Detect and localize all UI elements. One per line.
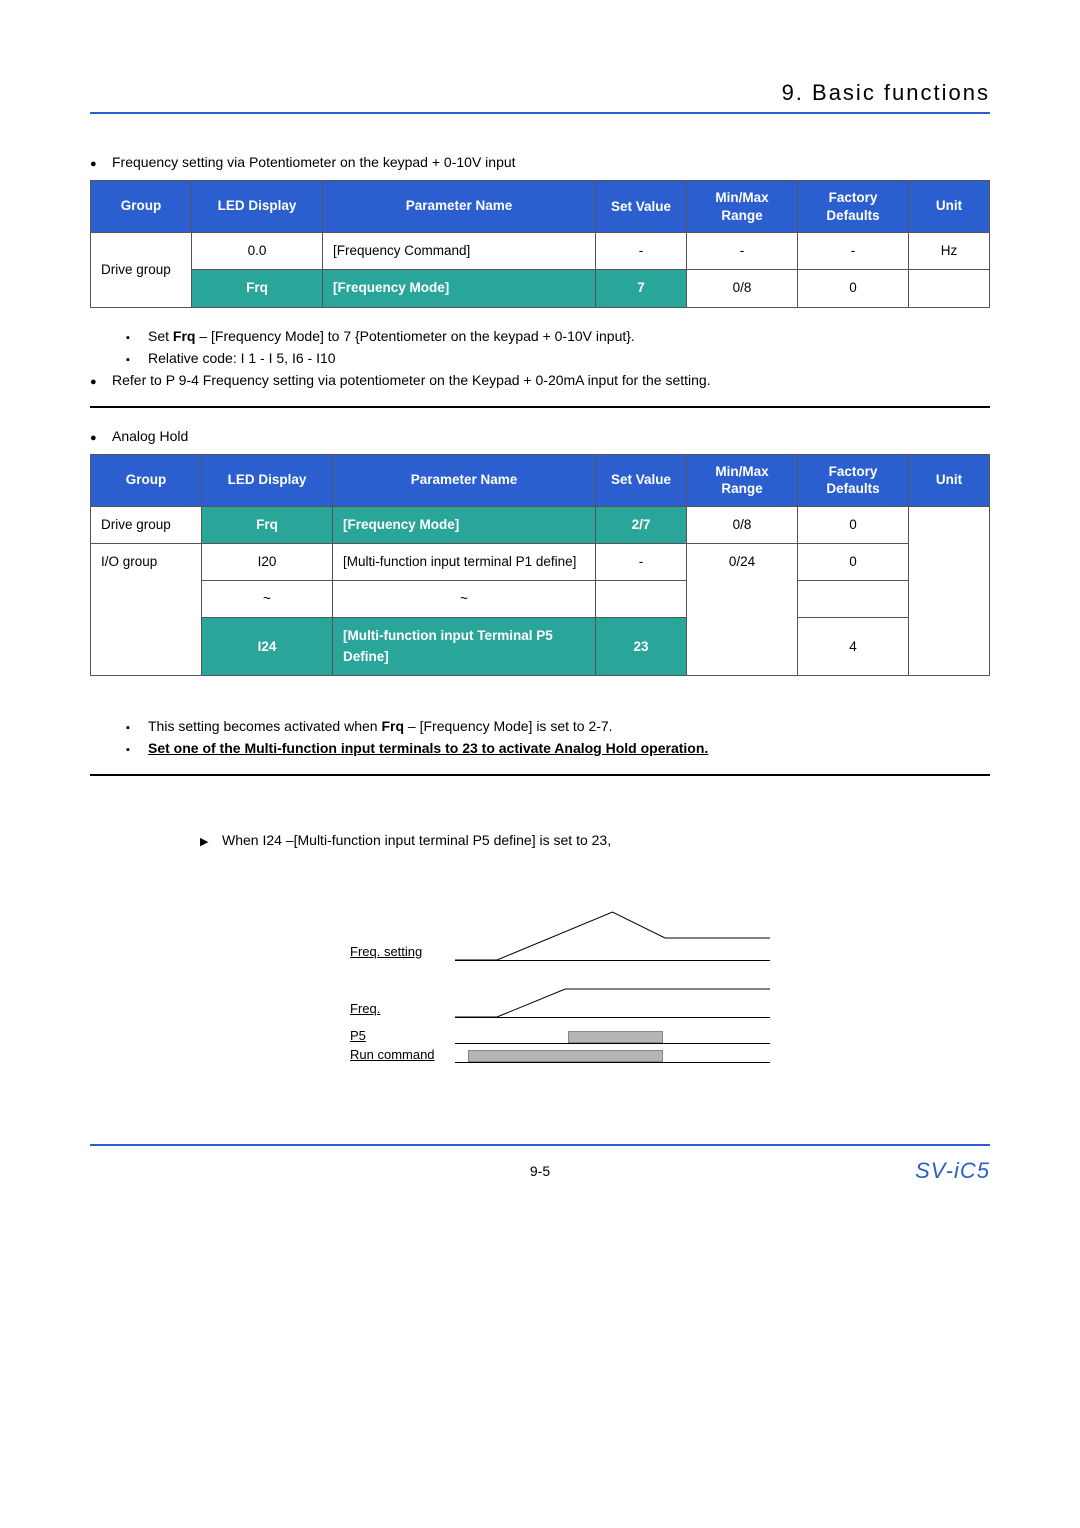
th-defaults: Factory Defaults [798,181,909,233]
cell-def: 0 [798,270,909,307]
th-range: Min/Max Range [687,181,798,233]
th-param: Parameter Name [323,181,596,233]
diag-bar-run [455,1048,770,1063]
square-bullet-icon [126,740,148,756]
square-bullet-icon [126,328,148,344]
cell-param: [Frequency Mode] [323,270,596,307]
bullet-dot-icon [90,428,112,444]
diag-label-run: Run command [350,1047,455,1064]
square-bullet-icon [126,350,148,366]
th-param: Parameter Name [333,454,596,506]
cell-group: I/O group [91,543,202,675]
table-row: Frq [Frequency Mode] 7 0/8 0 [91,270,990,307]
cell-unit: Hz [909,233,990,270]
th-set: Set Value [596,181,687,233]
th-led: LED Display [192,181,323,233]
cell-range: 0/8 [687,506,798,543]
note-text: Set one of the Multi-function input term… [148,740,708,756]
diag-bar-p5 [455,1029,770,1044]
th-range: Min/Max Range [687,454,798,506]
table-header-row: Group LED Display Parameter Name Set Val… [91,454,990,506]
th-unit: Unit [909,454,990,506]
cell-def [798,581,909,618]
note-text: When I24 –[Multi-function input terminal… [222,832,611,848]
cell-group: Drive group [91,233,192,308]
cell-unit [909,506,990,675]
section-divider [90,406,990,408]
cell-led: Frq [192,270,323,307]
cell-range: 0/24 [687,543,798,675]
note-text: Relative code: I 1 - I 5, I6 - I10 [148,350,336,366]
th-group: Group [91,181,192,233]
diag-plot-freq [455,975,770,1018]
cell-set [596,581,687,618]
cell-param: [Frequency Command] [323,233,596,270]
cell-set: - [596,543,687,580]
cell-led: Frq [202,506,333,543]
section-bullet: Frequency setting via Potentiometer on t… [90,154,990,170]
cell-param: [Multi-function input terminal P1 define… [333,543,596,580]
note-item: Set Frq – [Frequency Mode] to 7 {Potenti… [126,328,990,344]
table-row: Drive group 0.0 [Frequency Command] - - … [91,233,990,270]
bullet-dot-icon [90,154,112,170]
cell-group: Drive group [91,506,202,543]
th-led: LED Display [202,454,333,506]
cell-param: [Frequency Mode] [333,506,596,543]
section-divider [90,774,990,776]
product-name: SV-iC5 [915,1158,990,1184]
table-row: I24 [Multi-function input Terminal P5 De… [91,618,990,676]
cell-range: - [687,233,798,270]
note-text: Refer to P 9-4 Frequency setting via pot… [112,372,711,388]
cell-led: ~ [202,581,333,618]
parameter-table-1: Group LED Display Parameter Name Set Val… [90,180,990,308]
cell-unit [909,270,990,307]
note-item: Set one of the Multi-function input term… [126,740,990,756]
cell-range: 0/8 [687,270,798,307]
bullet-dot-icon [90,372,112,388]
square-bullet-icon [126,718,148,734]
cell-led: 0.0 [192,233,323,270]
table-header-row: Group LED Display Parameter Name Set Val… [91,181,990,233]
diag-plot-freq-setting [455,908,770,961]
cell-set: 7 [596,270,687,307]
th-set: Set Value [596,454,687,506]
table-row: Drive group Frq [Frequency Mode] 2/7 0/8… [91,506,990,543]
cell-led: I24 [202,618,333,676]
parameter-table-2: Group LED Display Parameter Name Set Val… [90,454,990,676]
section-bullet: Analog Hold [90,428,990,444]
cell-param: ~ [333,581,596,618]
cell-def: 0 [798,543,909,580]
diag-label-freq: Freq. [350,1001,455,1018]
cell-def: 0 [798,506,909,543]
table-row: I/O group I20 [Multi-function input term… [91,543,990,580]
note-text: This setting becomes activated when Frq … [148,718,613,734]
timing-diagram: Freq. setting Freq. P5 Run co [350,908,770,1064]
cell-led: I20 [202,543,333,580]
note-item: When I24 –[Multi-function input terminal… [200,832,990,848]
diag-label-freq-setting: Freq. setting [350,944,455,961]
chapter-title: 9. Basic functions [90,80,990,114]
th-defaults: Factory Defaults [798,454,909,506]
cell-def: 4 [798,618,909,676]
note-item: Refer to P 9-4 Frequency setting via pot… [90,372,990,388]
cell-set: - [596,233,687,270]
cell-def: - [798,233,909,270]
note-item: Relative code: I 1 - I 5, I6 - I10 [126,350,990,366]
section-title: Analog Hold [112,428,188,444]
cell-set: 23 [596,618,687,676]
page-number: 9-5 [530,1163,550,1179]
cell-set: 2/7 [596,506,687,543]
note-text: Set Frq – [Frequency Mode] to 7 {Potenti… [148,328,635,344]
cell-param: [Multi-function input Terminal P5 Define… [333,618,596,676]
section-title: Frequency setting via Potentiometer on t… [112,154,516,170]
page-footer: 9-5 SV-iC5 [90,1144,990,1186]
diag-label-p5: P5 [350,1028,455,1045]
triangle-bullet-icon [200,832,222,848]
th-unit: Unit [909,181,990,233]
table-row: ~ ~ [91,581,990,618]
th-group: Group [91,454,202,506]
note-item: This setting becomes activated when Frq … [126,718,990,734]
